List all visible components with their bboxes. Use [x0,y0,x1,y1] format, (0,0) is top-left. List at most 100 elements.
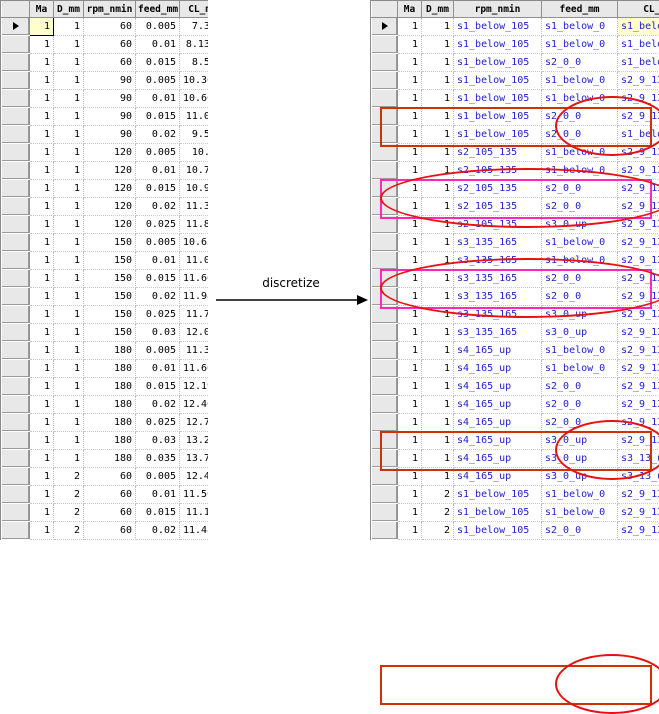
table-row[interactable]: 111200.0211.398 [2,198,209,216]
cell-ma[interactable]: 1 [398,144,422,162]
cell-rpm-nmin[interactable]: s2_105_135 [454,162,542,180]
table-row[interactable]: 11s2_105_135s2_0_0s2_9_13 [372,180,659,198]
row-selector-cell[interactable] [2,108,30,126]
cell-d-mm[interactable]: 1 [54,360,84,378]
cell-cl-mm[interactable]: s2_9_13 [618,414,659,432]
cell-feed-mm[interactable]: 0.01 [136,486,180,504]
cell-d-mm[interactable]: 1 [422,270,454,288]
cell-d-mm[interactable]: 1 [422,324,454,342]
cell-ma[interactable]: 1 [398,36,422,54]
row-selector-cell[interactable] [2,36,30,54]
cell-ma[interactable]: 1 [398,54,422,72]
cell-cl-mm[interactable]: 11.9805 [180,288,209,306]
cell-d-mm[interactable]: 1 [54,180,84,198]
row-selector-cell[interactable] [2,54,30,72]
cell-d-mm[interactable]: 1 [54,270,84,288]
cell-feed-mm[interactable]: s1_below_0 [542,504,618,522]
cell-d-mm[interactable]: 1 [54,126,84,144]
cell-feed-mm[interactable]: 0.01 [136,90,180,108]
cell-cl-mm[interactable]: 11.374 [180,342,209,360]
cell-ma[interactable]: 1 [398,504,422,522]
cell-cl-mm[interactable]: s2_9_13 [618,486,659,504]
cell-d-mm[interactable]: 1 [422,126,454,144]
row-selector-cell[interactable] [2,360,30,378]
column-header-cl-mm[interactable]: CL_mm [180,1,209,18]
cell-d-mm[interactable]: 2 [54,522,84,540]
cell-rpm-nmin[interactable]: s1_below_105 [454,72,542,90]
cell-rpm-nmin[interactable]: 120 [84,198,136,216]
cell-rpm-nmin[interactable]: 150 [84,270,136,288]
row-selector-cell[interactable] [372,36,398,54]
cell-cl-mm[interactable]: s2_9_13 [618,180,659,198]
cell-ma[interactable]: 1 [30,198,54,216]
table-row[interactable]: 11s4_165_ups2_0_0s2_9_13 [372,378,659,396]
cell-d-mm[interactable]: 1 [54,450,84,468]
cell-rpm-nmin[interactable]: s1_below_105 [454,522,542,540]
cell-feed-mm[interactable]: 0.005 [136,342,180,360]
cell-cl-mm[interactable]: s2_9_13 [618,90,659,108]
cell-feed-mm[interactable]: 0.015 [136,54,180,72]
cell-cl-mm[interactable]: s2_9_13 [618,198,659,216]
cell-d-mm[interactable]: 1 [422,54,454,72]
cell-feed-mm[interactable]: s2_0_0 [542,270,618,288]
cell-cl-mm[interactable]: s2_9_13 [618,342,659,360]
cell-ma[interactable]: 1 [398,450,422,468]
cell-ma[interactable]: 1 [30,18,54,36]
table-row[interactable]: 111500.01511.6665 [2,270,209,288]
cell-feed-mm[interactable]: s3_0_up [542,324,618,342]
cell-cl-mm[interactable]: s2_9_13 [618,270,659,288]
cell-cl-mm[interactable]: 13.219 [180,432,209,450]
row-selector-cell[interactable] [2,162,30,180]
cell-cl-mm[interactable]: 8.559 [180,54,209,72]
row-selector-cell[interactable] [2,522,30,540]
column-header-rpm-nmin[interactable]: rpm_nmin [84,1,136,18]
cell-rpm-nmin[interactable]: s4_165_up [454,342,542,360]
row-selector-cell[interactable] [2,198,30,216]
row-selector-cell[interactable] [2,378,30,396]
cell-ma[interactable]: 1 [398,432,422,450]
cell-d-mm[interactable]: 1 [54,324,84,342]
cell-feed-mm[interactable]: 0.02 [136,522,180,540]
cell-cl-mm[interactable]: s2_9_13 [618,234,659,252]
cell-cl-mm[interactable]: s2_9_13 [618,108,659,126]
cell-d-mm[interactable]: 1 [54,90,84,108]
column-header-ma[interactable]: Ma [398,1,422,18]
cell-d-mm[interactable]: 1 [54,36,84,54]
cell-ma[interactable]: 1 [398,162,422,180]
cell-d-mm[interactable]: 1 [422,216,454,234]
table-row[interactable]: 111200.00510.38 [2,144,209,162]
cell-feed-mm[interactable]: s1_below_0 [542,90,618,108]
cell-d-mm[interactable]: 1 [422,378,454,396]
row-selector-cell[interactable] [2,18,30,36]
cell-cl-mm[interactable]: s1_below_9 [618,36,659,54]
cell-ma[interactable]: 1 [30,360,54,378]
cell-ma[interactable]: 1 [398,486,422,504]
table-row[interactable]: 111800.02512.716 [2,414,209,432]
cell-rpm-nmin[interactable]: 60 [84,18,136,36]
row-selector-cell[interactable] [2,342,30,360]
cell-ma[interactable]: 1 [398,180,422,198]
row-selector-cell[interactable] [2,504,30,522]
table-row[interactable]: 11s2_105_135s2_0_0s2_9_13 [372,198,659,216]
table-row[interactable]: 111500.00510.6365 [2,234,209,252]
cell-feed-mm[interactable]: s3_0_up [542,432,618,450]
cell-feed-mm[interactable]: s2_0_0 [542,396,618,414]
column-header-feed-mm[interactable]: feed_mm [136,1,180,18]
row-selector-cell[interactable] [372,180,398,198]
cell-ma[interactable]: 1 [398,90,422,108]
cell-feed-mm[interactable]: s3_0_up [542,450,618,468]
cell-rpm-nmin[interactable]: 90 [84,72,136,90]
cell-ma[interactable]: 1 [30,504,54,522]
cell-feed-mm[interactable]: s1_below_0 [542,342,618,360]
cell-rpm-nmin[interactable]: s3_135_165 [454,306,542,324]
cell-ma[interactable]: 1 [398,18,422,36]
cell-cl-mm[interactable]: 12.466 [180,468,209,486]
cell-d-mm[interactable]: 1 [54,432,84,450]
cell-ma[interactable]: 1 [30,486,54,504]
cell-d-mm[interactable]: 1 [422,36,454,54]
row-selector-cell[interactable] [372,54,398,72]
table-row[interactable]: 11600.0057.364 [2,18,209,36]
cell-ma[interactable]: 1 [398,198,422,216]
table-row[interactable]: 11s1_below_105s1_below_0s1_below_9 [372,18,659,36]
cell-rpm-nmin[interactable]: 180 [84,450,136,468]
